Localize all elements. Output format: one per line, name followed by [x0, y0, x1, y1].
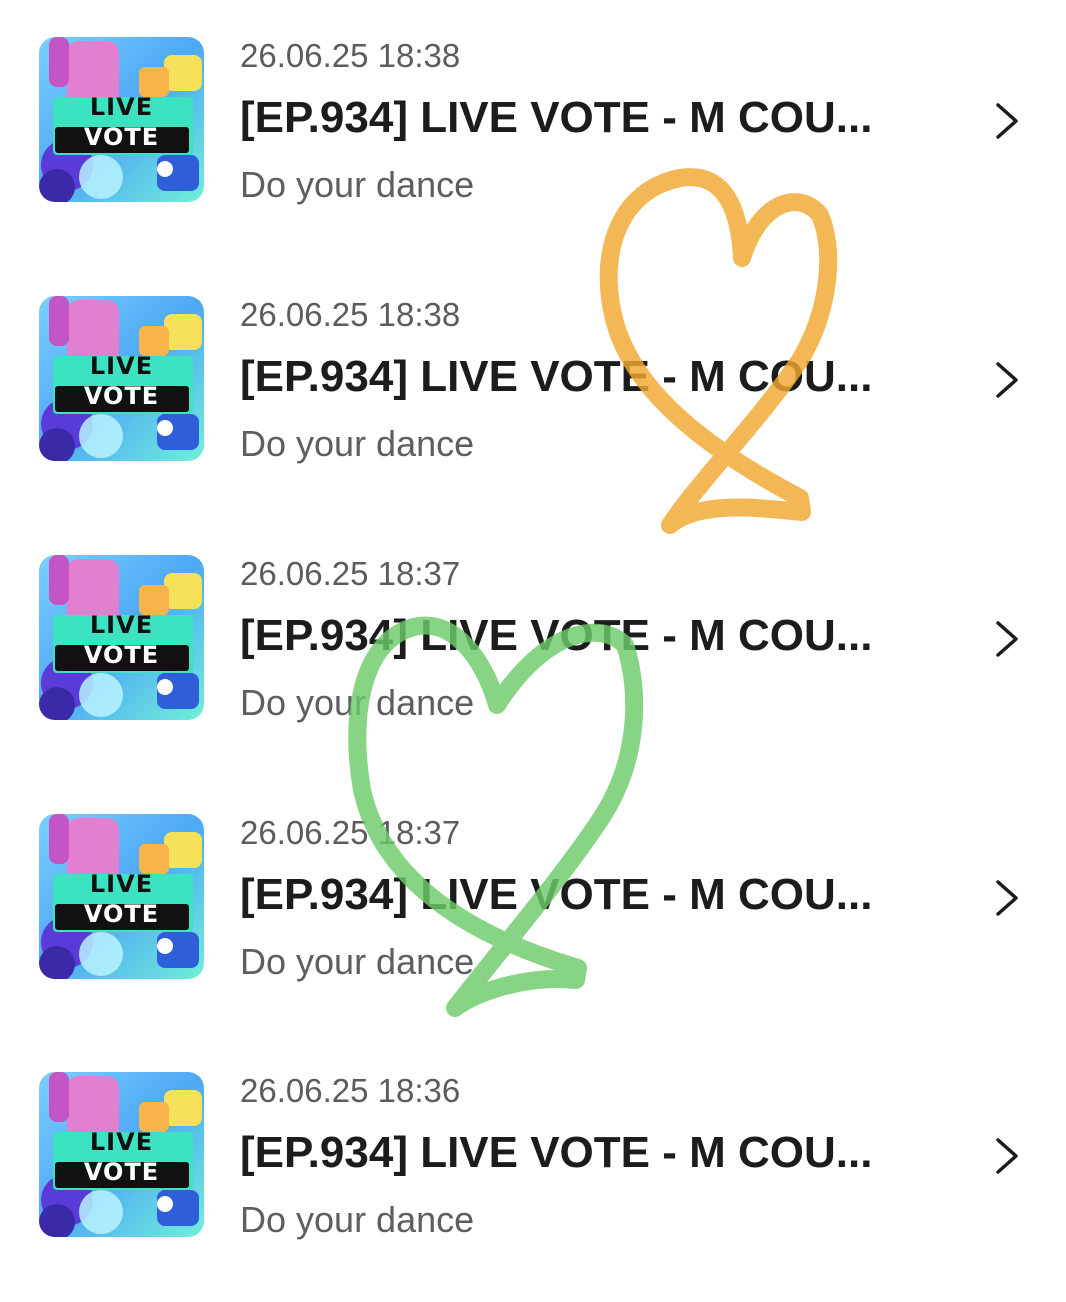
- notification-title: [EP.934] LIVE VOTE - M COU...: [240, 1128, 873, 1177]
- live-vote-thumbnail: LIVE VOTE: [39, 37, 204, 202]
- thumb-text-vote: VOTE: [83, 382, 160, 410]
- chevron-right-icon[interactable]: [990, 99, 1024, 143]
- live-vote-thumbnail: LIVE VOTE: [39, 814, 204, 979]
- thumb-text-live: LIVE: [89, 870, 154, 898]
- notification-title: [EP.934] LIVE VOTE - M COU...: [240, 611, 873, 660]
- notification-date: 26.06.25 18:36: [240, 1072, 461, 1109]
- notification-subtitle: Do your dance: [240, 941, 475, 982]
- notification-row[interactable]: LIVE VOTE 26.06.25 18:37 [EP.934] LIVE V…: [0, 814, 1066, 1044]
- notification-date: 26.06.25 18:37: [240, 555, 461, 592]
- notification-title: [EP.934] LIVE VOTE - M COU...: [240, 93, 873, 142]
- notification-title: [EP.934] LIVE VOTE - M COU...: [240, 352, 873, 401]
- thumb-text-vote: VOTE: [83, 1158, 160, 1186]
- live-vote-thumbnail: LIVE VOTE: [39, 1072, 204, 1237]
- chevron-right-icon[interactable]: [990, 876, 1024, 920]
- notification-subtitle: Do your dance: [240, 1199, 475, 1240]
- notification-row[interactable]: LIVE VOTE 26.06.25 18:37 [EP.934] LIVE V…: [0, 555, 1066, 785]
- chevron-right-icon[interactable]: [990, 1134, 1024, 1178]
- thumb-text-live: LIVE: [89, 1128, 154, 1156]
- thumb-text-vote: VOTE: [83, 900, 160, 928]
- thumb-text-live: LIVE: [89, 93, 154, 121]
- chevron-right-icon[interactable]: [990, 617, 1024, 661]
- notification-date: 26.06.25 18:38: [240, 296, 461, 333]
- live-vote-thumbnail: LIVE VOTE: [39, 296, 204, 461]
- live-vote-thumbnail: LIVE VOTE: [39, 555, 204, 720]
- thumb-text-vote: VOTE: [83, 123, 160, 151]
- notification-row[interactable]: LIVE VOTE 26.06.25 18:38 [EP.934] LIVE V…: [0, 296, 1066, 526]
- notification-subtitle: Do your dance: [240, 164, 475, 205]
- notification-subtitle: Do your dance: [240, 682, 475, 723]
- notification-title: [EP.934] LIVE VOTE - M COU...: [240, 870, 873, 919]
- thumb-text-live: LIVE: [89, 611, 154, 639]
- thumb-text-vote: VOTE: [83, 641, 160, 669]
- thumb-text-live: LIVE: [89, 352, 154, 380]
- notification-subtitle: Do your dance: [240, 423, 475, 464]
- notification-date: 26.06.25 18:37: [240, 814, 461, 851]
- notification-row[interactable]: LIVE VOTE 26.06.25 18:38 [EP.934] LIVE V…: [0, 37, 1066, 267]
- chevron-right-icon[interactable]: [990, 358, 1024, 402]
- notification-date: 26.06.25 18:38: [240, 37, 461, 74]
